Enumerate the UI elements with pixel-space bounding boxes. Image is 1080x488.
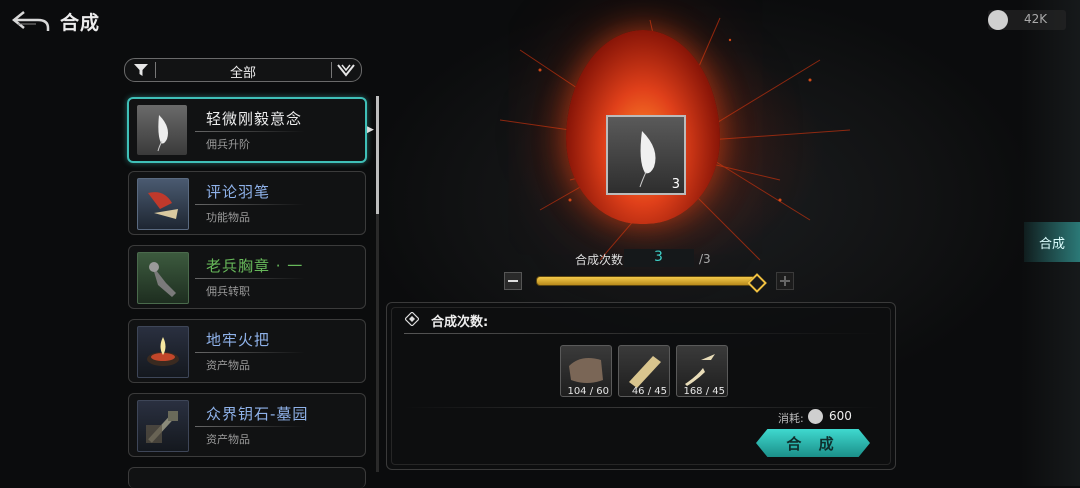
material-slot[interactable]: 104 / 60 — [560, 345, 612, 397]
willpower-icon — [137, 105, 187, 155]
panel-title: 合成次数: — [431, 315, 489, 330]
list-scrollbar[interactable] — [376, 96, 379, 472]
cost-label: 消耗: — [778, 412, 804, 425]
currency-icon — [988, 10, 1008, 30]
list-item[interactable]: 评论羽笔 功能物品 — [128, 171, 366, 235]
craft-count-slider[interactable] — [536, 276, 756, 286]
item-name: 地牢火把 — [206, 331, 271, 349]
currency-value: 42K — [1024, 12, 1048, 26]
material-qty: 104 / 60 — [567, 386, 609, 397]
preview-item[interactable]: 3 — [606, 115, 686, 195]
diamond-icon — [405, 312, 419, 326]
item-category: 资产物品 — [206, 433, 250, 446]
increase-button[interactable] — [776, 272, 794, 290]
panel-divider — [404, 407, 880, 408]
sort-icon[interactable] — [337, 62, 355, 78]
item-divider — [195, 352, 305, 353]
key-icon — [137, 400, 189, 452]
item-name: 评论羽笔 — [206, 183, 271, 201]
craft-count-input[interactable]: 3 — [624, 249, 694, 267]
decrease-button[interactable] — [504, 272, 522, 290]
item-divider — [195, 278, 305, 279]
item-name: 轻微刚毅意念 — [206, 110, 303, 128]
material-slot[interactable]: 46 / 45 — [618, 345, 670, 397]
item-divider — [195, 426, 305, 427]
cost-value: 600 — [829, 409, 852, 423]
craft-count-max: /3 — [699, 252, 711, 266]
list-item[interactable]: 众界钥石-墓园 资产物品 — [128, 393, 366, 457]
filter-label[interactable]: 全部 — [125, 62, 361, 81]
craft-count-value: 3 — [654, 249, 663, 265]
list-item[interactable] — [128, 467, 366, 488]
item-divider — [195, 131, 305, 132]
scrollbar-thumb[interactable] — [376, 96, 379, 214]
currency-display: 42K — [988, 10, 1066, 30]
medal-icon — [137, 252, 189, 304]
material-slot[interactable]: 168 / 45 — [676, 345, 728, 397]
item-category: 功能物品 — [206, 211, 250, 224]
craft-count-label: 合成次数: — [575, 253, 628, 267]
item-category: 佣兵升阶 — [206, 138, 250, 151]
item-name: 老兵胸章 · 一 — [206, 257, 304, 275]
craft-button[interactable]: 合 成 — [756, 429, 870, 457]
page-title: 合成 — [60, 12, 101, 34]
panel-divider — [404, 333, 880, 334]
item-category: 佣兵转职 — [206, 285, 250, 298]
item-divider — [195, 204, 305, 205]
selected-arrow-icon: ▶ — [367, 125, 374, 135]
material-qty: 168 / 45 — [683, 386, 725, 397]
filter-bar[interactable]: 全部 — [124, 58, 362, 82]
back-arrow-icon[interactable] — [10, 8, 50, 34]
torch-icon — [137, 326, 189, 378]
item-category: 资产物品 — [206, 359, 250, 372]
filter-divider — [331, 62, 332, 78]
currency-icon — [808, 409, 823, 424]
list-item[interactable]: 地牢火把 资产物品 — [128, 319, 366, 383]
quill-icon — [137, 178, 189, 230]
list-item[interactable]: 老兵胸章 · 一 佣兵转职 — [128, 245, 366, 309]
preview-item-count: 3 — [671, 177, 680, 192]
material-qty: 46 / 45 — [631, 386, 667, 397]
list-item[interactable]: 轻微刚毅意念 佣兵升阶 — [127, 97, 367, 163]
item-name: 众界钥石-墓园 — [206, 405, 309, 423]
side-tab-craft[interactable]: 合成 — [1024, 222, 1080, 262]
